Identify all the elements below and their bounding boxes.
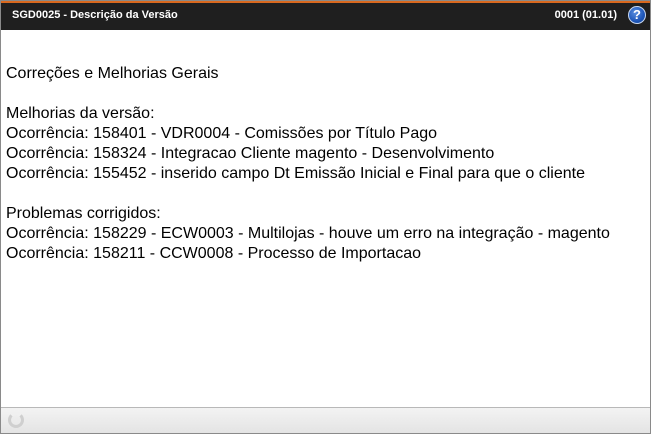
improvement-item: Ocorrência: 158324 - Integracao Cliente …: [6, 145, 495, 162]
release-heading: Correções e Melhorias Gerais: [6, 65, 219, 82]
improvements-title: Melhorias da versão:: [6, 105, 155, 122]
window-title: SGD0025 - Descrição da Versão: [12, 9, 178, 21]
spinner-icon: [8, 412, 24, 428]
improvement-item: Ocorrência: 155452 - inserido campo Dt E…: [6, 165, 585, 182]
fix-item: Ocorrência: 158229 - ECW0003 - Multiloja…: [6, 225, 610, 242]
status-bar: [1, 408, 650, 433]
help-icon[interactable]: ?: [628, 6, 646, 24]
improvement-item: Ocorrência: 158401 - VDR0004 - Comissões…: [6, 125, 438, 142]
version-description-window: SGD0025 - Descrição da Versão 0001 (01.0…: [0, 0, 651, 434]
window-titlebar: SGD0025 - Descrição da Versão 0001 (01.0…: [1, 1, 650, 30]
fixes-title: Problemas corrigidos:: [6, 205, 161, 222]
release-notes-content: Correções e Melhorias Gerais Melhorias d…: [1, 30, 650, 408]
fix-item: Ocorrência: 158211 - CCW0008 - Processo …: [6, 245, 422, 262]
version-number: 0001 (01.01): [554, 9, 617, 21]
